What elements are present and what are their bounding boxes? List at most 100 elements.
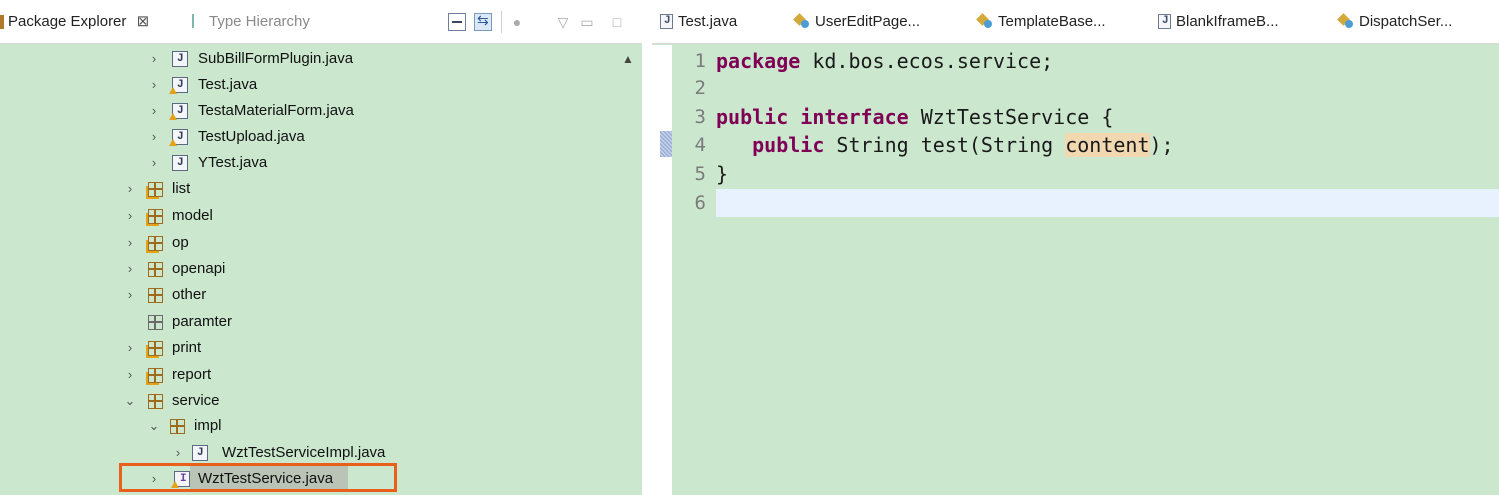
expand-arrow-icon[interactable]: › — [148, 46, 160, 72]
editor-tab[interactable]: DispatchSer... — [1338, 0, 1452, 44]
class-icon — [977, 13, 993, 29]
expand-arrow-icon[interactable]: › — [124, 176, 136, 202]
package-warning-icon — [148, 182, 163, 197]
keyword: public — [752, 133, 825, 157]
class-icon — [794, 13, 810, 29]
package-icon — [170, 419, 185, 434]
editor-tab-label: Test.java — [678, 13, 738, 30]
annotation-highlight-box — [119, 463, 397, 492]
package-warning-icon — [148, 368, 163, 383]
tree-item-label: other — [172, 286, 207, 303]
view-menu-icon[interactable]: ▽ — [554, 13, 572, 31]
line-number: 5 — [694, 163, 706, 185]
expand-arrow-icon[interactable]: › — [124, 362, 136, 388]
code-line-1: package kd.bos.ecos.service; — [716, 48, 1053, 75]
tab-type-hierarchy-label: Type Hierarchy — [209, 13, 310, 30]
expand-arrow-icon[interactable]: › — [124, 203, 136, 229]
line-number: 6 — [694, 192, 706, 214]
link-with-editor-icon[interactable] — [474, 12, 492, 31]
tree-item-label: TestaMaterialForm.java — [198, 102, 354, 119]
code-text: WztTestService { — [908, 105, 1114, 129]
tree-item-label: Test.java — [198, 76, 258, 93]
java-file-icon — [660, 13, 673, 29]
explorer-tabbar: Package Explorer ⊠ Type Hierarchy ● ▽ ▭ … — [0, 0, 642, 44]
expand-arrow-icon[interactable]: › — [124, 282, 136, 308]
editor-tab-label: UserEditPage... — [815, 13, 921, 30]
collapse-arrow-icon[interactable]: ⌄ — [124, 388, 136, 414]
expand-arrow-icon[interactable]: › — [148, 124, 160, 150]
editor-tab[interactable]: Test.java — [660, 0, 737, 44]
collapse-all-icon[interactable] — [448, 13, 466, 31]
tab-package-explorer[interactable]: Package Explorer ⊠ — [0, 0, 149, 44]
tree-item-label: YTest.java — [198, 154, 268, 171]
code-line-3: public interface WztTestService { — [716, 104, 1113, 131]
package-warning-icon — [148, 341, 163, 356]
type-hierarchy-icon — [192, 14, 204, 29]
expand-arrow-icon[interactable]: › — [124, 256, 136, 282]
line-number: 3 — [694, 106, 706, 128]
tab-package-explorer-label: Package Explorer — [8, 13, 127, 30]
line-number: 4 — [694, 134, 706, 156]
editor-gutter — [652, 45, 672, 495]
editor-tab[interactable]: BlankIframeB... — [1158, 0, 1279, 44]
code-editor[interactable]: 1 2 3 4 5 6 package kd.bos.ecos.service;… — [652, 45, 1499, 495]
panel-divider[interactable] — [642, 0, 652, 495]
tab-type-hierarchy[interactable]: Type Hierarchy — [192, 0, 310, 44]
scroll-up-icon[interactable]: ▲ — [622, 52, 634, 66]
java-file-icon — [192, 445, 208, 461]
expand-arrow-icon[interactable]: › — [124, 335, 136, 361]
java-file-icon — [172, 51, 188, 67]
editor-tab[interactable]: TemplateBase... — [977, 0, 1106, 44]
package-icon — [148, 262, 163, 277]
expand-arrow-icon[interactable]: › — [148, 72, 160, 98]
expand-arrow-icon[interactable]: › — [148, 150, 160, 176]
keyword: package — [716, 49, 801, 73]
collapse-arrow-icon[interactable]: ⌄ — [148, 413, 160, 439]
code-text: } — [716, 162, 729, 186]
tree-item-label: model — [172, 207, 213, 224]
expand-arrow-icon[interactable]: › — [148, 98, 160, 124]
editor-panel: Test.java UserEditPage... TemplateBase..… — [652, 0, 1499, 495]
editor-tab[interactable]: UserEditPage... — [794, 0, 920, 44]
empty-package-icon — [148, 315, 163, 330]
focus-icon[interactable]: ● — [508, 13, 526, 31]
expand-arrow-icon[interactable]: › — [124, 230, 136, 256]
class-icon — [1338, 13, 1354, 29]
tree-item-label: list — [172, 180, 191, 197]
editor-tab-label: TemplateBase... — [998, 13, 1106, 30]
tree-item-label: print — [172, 339, 202, 356]
maximize-icon[interactable]: □ — [608, 13, 626, 31]
package-warning-icon — [148, 236, 163, 251]
java-file-warning-icon — [169, 103, 188, 120]
explorer-toolbar: ● ▽ ▭ □ — [448, 11, 638, 33]
code-line-5: } — [716, 161, 728, 188]
editor-tab-label: DispatchSer... — [1359, 13, 1453, 30]
current-line-highlight — [716, 189, 1499, 217]
editor-tab-label: BlankIframeB... — [1176, 13, 1279, 30]
code-line-4: public String test(String content); — [716, 132, 1174, 159]
tree-item-label: TestUpload.java — [198, 128, 305, 145]
tree-item-label: report — [172, 366, 212, 383]
close-icon[interactable]: ⊠ — [137, 13, 150, 30]
editor-tabbar: Test.java UserEditPage... TemplateBase..… — [652, 0, 1499, 44]
java-file-warning-icon — [169, 129, 188, 146]
tree-item-label: paramter — [172, 313, 233, 330]
package-warning-icon — [148, 209, 163, 224]
occurrence-marker — [660, 131, 672, 157]
code-text: ); — [1149, 133, 1174, 157]
package-icon — [148, 394, 163, 409]
java-file-warning-icon — [169, 77, 188, 94]
package-explorer-panel: Package Explorer ⊠ Type Hierarchy ● ▽ ▭ … — [0, 0, 642, 495]
line-numbers: 1 2 3 4 5 6 — [672, 45, 714, 495]
line-number: 2 — [694, 77, 706, 99]
java-file-icon — [172, 155, 188, 171]
package-explorer-icon — [0, 15, 4, 30]
minimize-icon[interactable]: ▭ — [578, 13, 596, 31]
tree-item-label: openapi — [172, 260, 226, 277]
parameter-occurrence: content — [1065, 133, 1150, 157]
code-text: String test(String — [824, 133, 1066, 157]
keyword: interface — [800, 105, 909, 129]
tree-item-label: SubBillFormPlugin.java — [198, 50, 354, 67]
